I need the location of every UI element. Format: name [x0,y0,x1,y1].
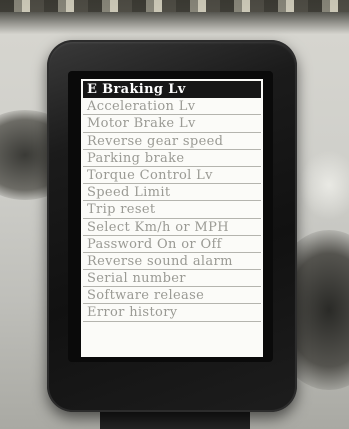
menu-item-error-history[interactable]: Error history [83,304,261,322]
settings-menu: E Braking Lv Acceleration Lv Motor Brake… [83,81,261,322]
menu-item-acceleration-lv[interactable]: Acceleration Lv [83,98,261,116]
display-device: E Braking Lv Acceleration Lv Motor Brake… [47,40,297,412]
menu-item-reverse-sound-alarm[interactable]: Reverse sound alarm [83,253,261,271]
menu-item-password-on-or-off[interactable]: Password On or Off [83,236,261,253]
menu-item-serial-number[interactable]: Serial number [83,270,261,288]
background-highlight [299,150,349,220]
menu-item-speed-limit[interactable]: Speed Limit [83,184,261,202]
menu-item-reverse-gear-speed[interactable]: Reverse gear speed [83,133,261,150]
lcd-screen: E Braking Lv Acceleration Lv Motor Brake… [81,79,263,357]
photo-scene: E Braking Lv Acceleration Lv Motor Brake… [0,0,349,429]
menu-item-software-release[interactable]: Software release [83,287,261,305]
menu-item-motor-brake-lv[interactable]: Motor Brake Lv [83,115,261,133]
menu-item-trip-reset[interactable]: Trip reset [83,201,261,219]
menu-item-e-braking-lv[interactable]: E Braking Lv [83,81,261,99]
background-strip [0,0,349,12]
menu-item-select-kmh-or-mph[interactable]: Select Km/h or MPH [83,219,261,236]
menu-item-torque-control-lv[interactable]: Torque Control Lv [83,167,261,185]
menu-item-parking-brake[interactable]: Parking brake [83,150,261,167]
screen-bezel: E Braking Lv Acceleration Lv Motor Brake… [68,71,273,362]
